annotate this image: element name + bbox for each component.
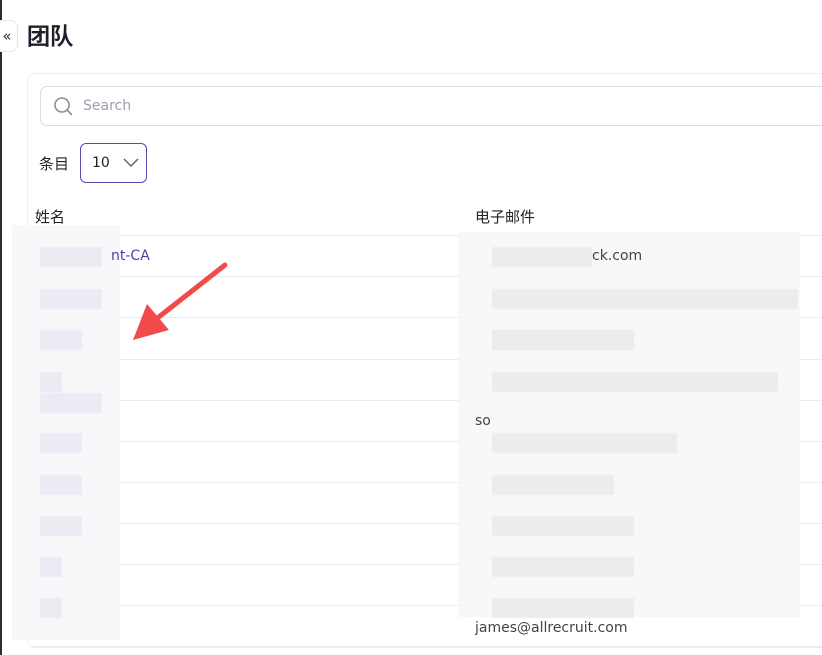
team-member-email: so bbox=[475, 413, 491, 429]
redacted-email bbox=[492, 372, 778, 392]
redacted-name bbox=[40, 433, 82, 453]
redacted-name bbox=[40, 289, 102, 309]
redacted-name bbox=[40, 372, 62, 392]
search-box[interactable] bbox=[40, 86, 822, 126]
page-title: 团队 bbox=[27, 24, 73, 50]
entries-selected-value: 10 bbox=[92, 155, 110, 171]
redacted-email bbox=[492, 475, 614, 495]
search-icon bbox=[54, 97, 73, 116]
redacted-email bbox=[492, 598, 634, 618]
redacted-name bbox=[40, 330, 82, 350]
redacted-email bbox=[492, 289, 798, 309]
redacted-email bbox=[492, 557, 634, 577]
entries-label: 条目 bbox=[39, 155, 70, 173]
redacted-name bbox=[40, 516, 82, 536]
column-header-name[interactable]: 姓名 bbox=[35, 206, 65, 227]
redacted-name bbox=[40, 557, 62, 577]
redacted-name bbox=[40, 393, 102, 413]
redacted-name bbox=[40, 598, 62, 618]
search-input[interactable] bbox=[81, 97, 785, 115]
sidebar-edge bbox=[0, 0, 2, 655]
redacted-email bbox=[492, 433, 677, 453]
redacted-name bbox=[40, 475, 82, 495]
chevron-down-icon bbox=[123, 158, 139, 168]
redacted-email bbox=[492, 247, 592, 267]
redacted-email bbox=[492, 516, 634, 536]
redacted-name bbox=[40, 247, 102, 267]
collapse-sidebar-button[interactable]: « bbox=[0, 20, 18, 52]
team-member-email: james@allrecruit.com bbox=[475, 620, 628, 636]
column-header-email[interactable]: 电子邮件 bbox=[475, 206, 535, 227]
row-divider bbox=[30, 646, 822, 647]
double-chevron-left-icon: « bbox=[2, 27, 12, 45]
team-member-email: ck.com bbox=[592, 248, 643, 264]
annotation-arrow-icon bbox=[133, 262, 228, 340]
entries-per-page-select[interactable]: 10 bbox=[80, 143, 147, 183]
redacted-email bbox=[492, 330, 634, 350]
